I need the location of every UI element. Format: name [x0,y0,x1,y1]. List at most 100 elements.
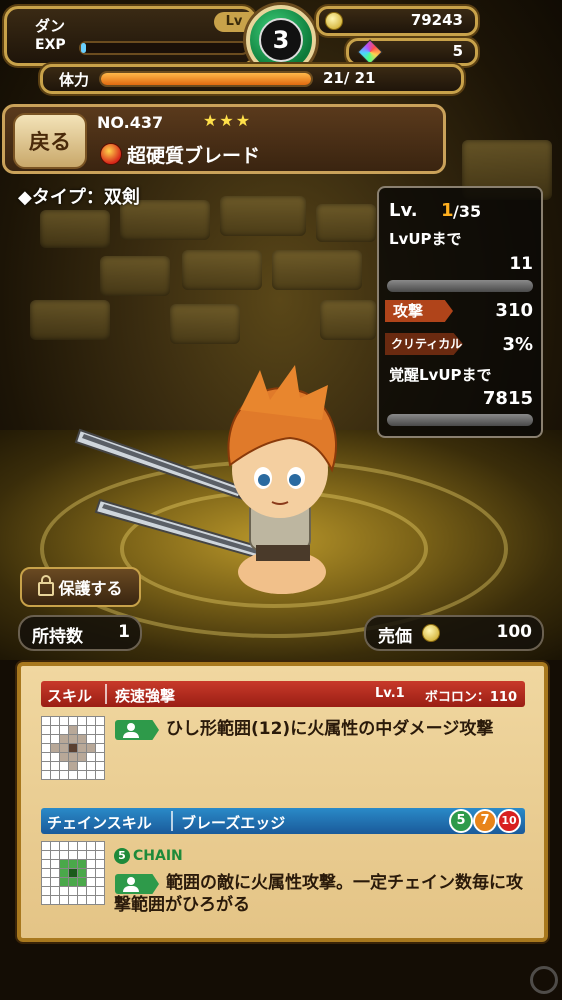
grid-cell [87,887,95,895]
skill-header: スキル 疾速強撃 Lv.1 ボコロン：110 [41,681,525,707]
grid-cell [69,771,77,779]
grid-cell [87,726,95,734]
grid-cell [42,771,50,779]
lv-label: Lv. [389,200,418,221]
grid-cell [60,842,68,850]
grid-cell [69,887,77,895]
lv-current: 1 [441,200,454,221]
grid-cell [78,896,86,904]
protect-button[interactable]: 保護する [20,567,141,607]
item-number: NO.437 [97,113,164,132]
grid-cell [69,735,77,743]
lvup-value: 11 [509,254,533,274]
character-body [227,365,337,594]
grid-cell [87,878,95,886]
grid-cell [42,744,50,752]
grid-cell [60,869,68,877]
grid-cell [60,860,68,868]
grid-cell [78,735,86,743]
critical-value: 3% [502,334,533,355]
sell-price: 売価 100 [364,615,544,651]
grid-cell [69,896,77,904]
grid-cell [69,726,77,734]
skill-card: スキル 疾速強撃 Lv.1 ボコロン：110 ひし形範囲(12)に火属性の中ダメ… [17,662,548,942]
coin-panel: 79243 [316,6,478,36]
chain-text: CHAIN [133,848,183,864]
grid-cell [69,842,77,850]
grid-cell [42,860,50,868]
grid-cell [87,896,95,904]
grid-cell [42,753,50,761]
hp-panel: 体力 21/ 21 [40,64,464,94]
grid-cell [96,762,104,770]
grid-cell [60,744,68,752]
grid-cell [87,842,95,850]
grid-cell [60,735,68,743]
coin-icon [422,624,440,642]
grid-cell [51,842,59,850]
attack-label: 攻撃 [385,300,453,322]
grid-cell [51,771,59,779]
grid-cell [69,762,77,770]
weapon-type: ◆タイプ：双剣 [18,187,140,208]
chain-header-label: チェインスキル [47,814,152,832]
lock-icon [38,575,55,596]
grid-cell [42,735,50,743]
grid-cell [96,896,104,904]
grid-cell [78,753,86,761]
grid-cell [87,735,95,743]
grid-cell [60,896,68,904]
player-name: ダン [35,17,66,35]
grid-cell [69,753,77,761]
grid-cell [87,851,95,859]
grid-cell [78,744,86,752]
grid-cell [78,842,86,850]
gem-icon [357,39,383,65]
chain-number: 5 [114,848,130,864]
grid-cell [51,860,59,868]
grid-cell [78,887,86,895]
grid-cell [78,771,86,779]
back-button[interactable]: 戻る [13,113,87,169]
grid-cell [51,869,59,877]
owned-count: 所持数 1 [18,615,142,651]
grid-cell [51,726,59,734]
grid-cell [51,717,59,725]
grid-cell [60,762,68,770]
lvup-bar [387,280,533,292]
grid-cell [51,851,59,859]
grid-cell [51,753,59,761]
grid-cell [96,744,104,752]
grid-cell [78,726,86,734]
grid-cell [42,887,50,895]
chain-skill-name: ブレーズエッジ [181,814,286,832]
grid-cell [96,753,104,761]
coin-count: 79243 [410,11,463,29]
grid-cell [69,851,77,859]
grid-cell [69,744,77,752]
awaken-value: 7815 [482,388,533,409]
grid-cell [42,717,50,725]
skill-header-label: スキル [47,687,93,705]
owned-value: 1 [118,622,130,642]
lv-max: /35 [453,202,482,221]
grid-cell [96,878,104,886]
fire-element-icon [100,143,122,165]
hp-label: 体力 [59,71,90,89]
grid-cell [87,869,95,877]
grid-cell [69,878,77,886]
chain-badge-7: 7 [473,809,497,833]
owned-label: 所持数 [32,627,83,647]
grid-cell [96,851,104,859]
exp-label: EXP [35,37,66,53]
grid-cell [42,896,50,904]
grid-cell [96,726,104,734]
grid-cell [87,771,95,779]
chain-range-grid [41,841,105,905]
grid-cell [51,878,59,886]
exp-bar [79,41,249,55]
grid-cell [60,753,68,761]
rarity-stars: ★★★ [203,111,253,130]
grid-cell [42,726,50,734]
price-value: 100 [496,622,533,642]
